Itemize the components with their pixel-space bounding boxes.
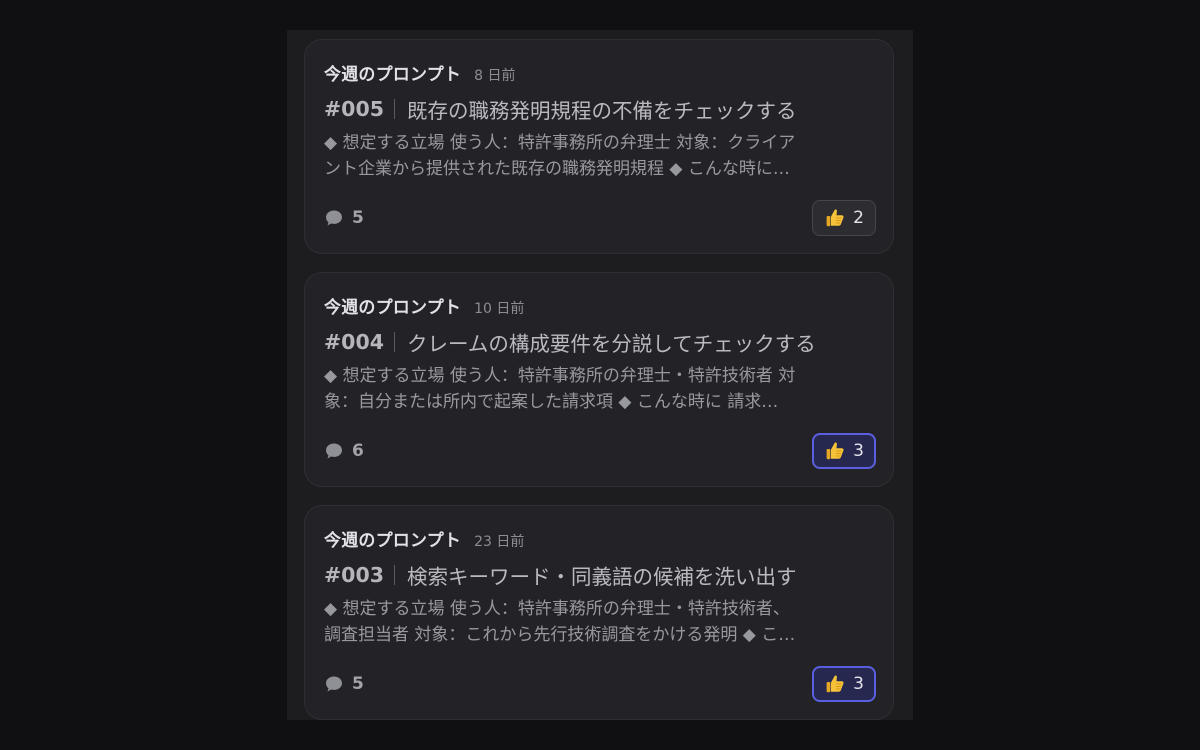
post-card[interactable]: 今週のプロンプト 10 日前 #004 クレームの構成要件を分説してチェックする… [304,272,894,487]
post-time-ago: 10 日前 [474,301,525,317]
post-number: #005 [324,97,384,121]
like-count: 3 [853,441,864,461]
comment-link[interactable]: 5 [324,672,364,696]
speech-bubble-icon [326,676,342,692]
post-category[interactable]: 今週のプロンプト [324,60,461,85]
excerpt-line: ◆ 想定する立場 使う人：特許事務所の弁理士・特許技術者、 [324,599,790,619]
excerpt-line: ◆ 想定する立場 使う人：特許事務所の弁理士・特許技術者 対 [324,366,796,386]
like-button[interactable]: 3 [812,433,876,469]
post-card[interactable]: 今週のプロンプト 8 日前 #005 既存の職務発明規程の不備をチェックする ◆… [304,39,894,254]
post-title-text: 検索キーワード・同義語の候補を洗い出す [406,565,797,589]
post-title[interactable]: #004 クレームの構成要件を分説してチェックする [324,327,816,357]
excerpt-line: ◆ 想定する立場 使う人：特許事務所の弁理士 対象：クライア [324,133,796,153]
post-title-text: クレームの構成要件を分説してチェックする [406,332,816,356]
post-title-text: 既存の職務発明規程の不備をチェックする [406,99,797,123]
post-category[interactable]: 今週のプロンプト [324,293,461,318]
post-time-ago: 23 日前 [474,534,525,550]
post-excerpt: ◆ 想定する立場 使う人：特許事務所の弁理士 対象：クライア ント企業から提供さ… [324,130,876,182]
like-count: 3 [853,674,864,694]
excerpt-line: ント企業から提供された既存の職務発明規程 ◆ こんな時に… [324,159,790,179]
post-number: #004 [324,330,384,354]
comment-count: 5 [352,208,364,228]
excerpt-line: 調査担当者 対象：これから先行技術調査をかける発明 ◆ こ… [324,625,796,645]
post-header: 今週のプロンプト 10 日前 [324,293,525,318]
post-header: 今週のプロンプト 23 日前 [324,526,525,551]
post-category[interactable]: 今週のプロンプト [324,526,461,551]
post-feed: 今週のプロンプト 8 日前 #005 既存の職務発明規程の不備をチェックする ◆… [287,30,913,720]
thumbs-up-icon [826,675,844,693]
excerpt-line: 象：自分または所内で起案した請求項 ◆ こんな時に 請求… [324,392,779,412]
post-time-ago: 8 日前 [474,68,516,84]
post-card[interactable]: 今週のプロンプト 23 日前 #003 検索キーワード・同義語の候補を洗い出す … [304,505,894,720]
post-header: 今週のプロンプト 8 日前 [324,60,516,85]
comment-link[interactable]: 5 [324,206,364,230]
like-button[interactable]: 3 [812,666,876,702]
title-divider [393,99,395,119]
comment-count: 6 [352,441,364,461]
post-excerpt: ◆ 想定する立場 使う人：特許事務所の弁理士・特許技術者、 調査担当者 対象：こ… [324,596,876,648]
comment-link[interactable]: 6 [324,439,364,463]
post-excerpt: ◆ 想定する立場 使う人：特許事務所の弁理士・特許技術者 対 象：自分または所内… [324,363,876,415]
post-number: #003 [324,563,384,587]
like-button[interactable]: 2 [812,200,876,236]
like-count: 2 [853,208,864,228]
title-divider [393,565,395,585]
speech-bubble-icon [326,443,342,459]
thumbs-up-icon [826,209,844,227]
title-divider [393,332,395,352]
post-title[interactable]: #005 既存の職務発明規程の不備をチェックする [324,94,796,124]
post-title[interactable]: #003 検索キーワード・同義語の候補を洗い出す [324,560,796,590]
comment-count: 5 [352,674,364,694]
thumbs-up-icon [826,442,844,460]
speech-bubble-icon [326,210,342,226]
